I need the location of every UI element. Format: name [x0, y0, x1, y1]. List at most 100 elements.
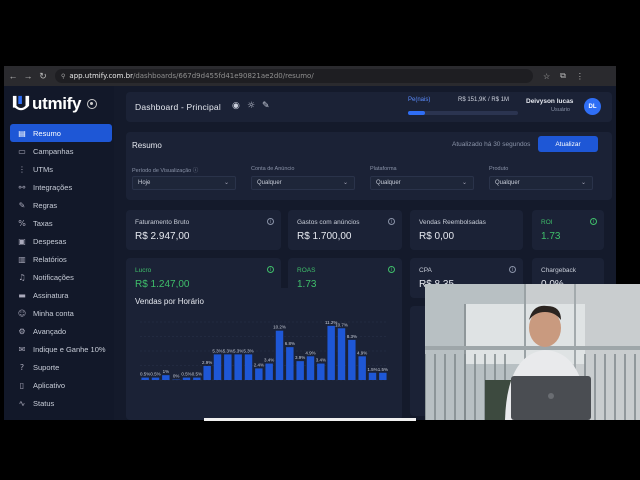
info-icon[interactable]: i [388, 266, 395, 273]
sidebar-item-status[interactable]: ∿ Status [10, 394, 112, 412]
chart-data-label: 8.3% [347, 334, 357, 339]
chevron-down-icon: ⌄ [223, 180, 229, 186]
back-icon[interactable]: ← [7, 71, 19, 81]
chart-data-label: 3.4% [264, 358, 274, 363]
chart-bar[interactable] [141, 377, 149, 380]
chart-bar[interactable] [275, 330, 284, 380]
card-icon: ▬ [18, 290, 26, 300]
sidebar-item-avan-ado[interactable]: ⚙ Avançado [10, 322, 112, 340]
bookmark-star-icon[interactable]: ☆ [543, 72, 550, 81]
user-role: Usuário [551, 107, 570, 113]
sidebar-item-label: Despesas [33, 236, 67, 246]
sidebar-menu: ▤ Resumo ▭ Campanhas ⋮ UTMs ⚯ Integrações ✎ Regra… [10, 124, 112, 412]
sun-icon[interactable]: ☼ [247, 101, 255, 111]
info-icon[interactable]: i [267, 266, 274, 273]
chart-bar[interactable] [286, 347, 294, 380]
sidebar-item-integra-es[interactable]: ⚯ Integrações [10, 178, 112, 196]
chart-bar[interactable] [317, 363, 325, 380]
chart-bar[interactable] [348, 339, 356, 380]
sidebar-item-label: Indique e Ganhe 10% [33, 344, 106, 354]
sidebar-item-suporte[interactable]: ? Suporte [10, 358, 112, 376]
chart-bar[interactable] [224, 354, 232, 380]
product-select[interactable]: Qualquer ⌄ [489, 176, 593, 190]
sidebar-item-aplicativo[interactable]: ▯ Aplicativo [10, 376, 112, 394]
sidebar-item-relat-rios[interactable]: ▥ Relatórios [10, 250, 112, 268]
extensions-icon[interactable]: ⧉ [560, 71, 566, 81]
platform-label: Plataforma [370, 166, 397, 172]
goal-progress-bar [408, 111, 518, 115]
site-info-icon[interactable]: ⚲ [61, 73, 65, 80]
chart-bar[interactable] [296, 361, 304, 380]
browser-toolbar: ← → ↻ ⚲ app.utmify.com.br/dashboards/667… [4, 66, 616, 86]
chart-bar[interactable] [379, 372, 387, 380]
webcam-person-image [425, 284, 640, 420]
ad-spend-card: Gastos com anúncios R$ 1.700,00 i [288, 210, 402, 250]
sidebar-item-campanhas[interactable]: ▭ Campanhas [10, 142, 112, 160]
chart-bar[interactable] [182, 377, 191, 380]
chart-data-label: 3.4% [316, 358, 326, 363]
chart-bar[interactable] [306, 356, 315, 380]
info-icon[interactable]: i [267, 218, 274, 225]
tag-icon: ⋮ [18, 164, 26, 174]
info-icon[interactable]: i [590, 218, 597, 225]
info-icon[interactable]: i [509, 266, 516, 273]
chart-data-label: 0.5% [150, 372, 160, 377]
chart-bar[interactable] [337, 328, 346, 380]
ad-account-select[interactable]: Qualquer ⌄ [251, 176, 355, 190]
reload-icon[interactable]: ↻ [37, 71, 49, 82]
eye-icon[interactable]: ◉ [232, 101, 240, 111]
chart-bar[interactable] [193, 377, 201, 380]
chart-bar[interactable] [358, 356, 366, 380]
sidebar-item-label: Notificações [33, 272, 74, 282]
chart-bar[interactable] [368, 372, 377, 380]
sales-by-hour-chart: 0.5% 0.5% 1%0% 0.5% 0.5%2.9%5.3% 5.3% 5.3% 5.3%… [140, 320, 388, 381]
sidebar-item-despesas[interactable]: ▣ Despesas [10, 232, 112, 250]
edit-icon[interactable]: ✎ [262, 101, 270, 111]
platform-select[interactable]: Qualquer ⌄ [370, 176, 474, 190]
chart-bar[interactable] [255, 368, 263, 380]
sidebar-item-utms[interactable]: ⋮ UTMs [10, 160, 112, 178]
product-value: Qualquer [495, 180, 520, 186]
link-icon: ⚯ [18, 182, 26, 192]
address-bar[interactable]: ⚲ app.utmify.com.br/dashboards/667d9d455… [55, 69, 533, 83]
chart-bar[interactable] [327, 325, 335, 380]
chart-data-label: 0.5% [140, 372, 150, 377]
chart-bar[interactable] [203, 365, 211, 380]
sidebar-item-label: Resumo [33, 128, 61, 138]
chart-bar[interactable] [265, 363, 273, 380]
bell-icon: ♫ [18, 272, 26, 282]
sidebar-item-notifica-es[interactable]: ♫ Notificações [10, 268, 112, 286]
sidebar-item-label: Suporte [33, 362, 60, 372]
chart-bar[interactable] [213, 354, 222, 380]
sidebar-item-label: UTMs [33, 164, 53, 174]
avatar[interactable]: DL [584, 98, 601, 115]
sidebar-item-indique-e-ganhe-10[interactable]: ✉ Indique e Ganhe 10% [10, 340, 112, 358]
chart-bar[interactable] [244, 354, 253, 380]
forward-icon[interactable]: → [22, 71, 34, 81]
sidebar-item-label: Regras [33, 200, 58, 210]
ad-account-label: Conta de Anúncio [251, 166, 295, 172]
target-icon[interactable] [87, 99, 98, 109]
sidebar-item-assinatura[interactable]: ▬ Assinatura [10, 286, 112, 304]
sidebar-item-taxas[interactable]: % Taxas [10, 214, 112, 232]
chart-bar[interactable] [162, 375, 170, 380]
goal-amount: R$ 151,9K / R$ 1M [458, 97, 510, 103]
chart-data-label: 4.9% [357, 350, 367, 355]
chart-data-label: 5.3% [212, 348, 222, 353]
update-button[interactable]: Atualizar [538, 136, 598, 152]
info-icon[interactable]: i [388, 218, 395, 225]
chart-bar[interactable] [151, 377, 160, 380]
sidebar-item-label: Aplicativo [33, 380, 66, 390]
chart-bar[interactable] [234, 354, 242, 380]
period-select[interactable]: Hoje ⌄ [132, 176, 236, 190]
menu-dots-icon[interactable]: ⋮ [576, 72, 584, 81]
sidebar-item-minha-conta[interactable]: ☺ Minha conta [10, 304, 112, 322]
sales-by-hour-card: Vendas por Horário 0.5% 0.5% 1% 0% 0.5% 0.5% 2… [126, 288, 402, 420]
refunds-value: R$ 0,00 [419, 231, 455, 242]
sidebar-item-regras[interactable]: ✎ Regras [10, 196, 112, 214]
horizontal-scrollbar[interactable] [204, 418, 416, 421]
chart-data-label: 10.7% [335, 322, 348, 327]
sidebar-item-resumo[interactable]: ▤ Resumo [10, 124, 112, 142]
percent-icon: % [18, 218, 26, 228]
logo[interactable]: utmify [12, 94, 98, 114]
